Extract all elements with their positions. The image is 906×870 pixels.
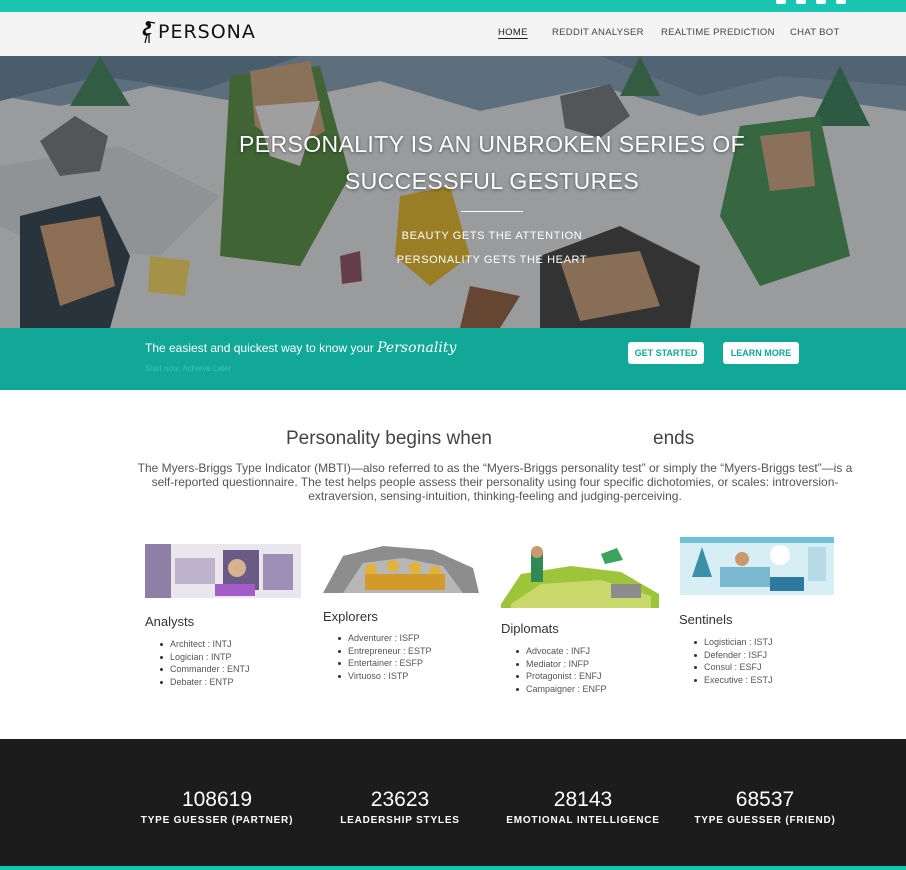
nav-home[interactable]: HOME	[498, 27, 528, 38]
cta-text-accent: Personality	[377, 340, 457, 356]
cta-strip: The easiest and quickest way to know you…	[0, 328, 906, 390]
explorers-list: Adventurer : ISFP Entrepreneur : ESTP En…	[336, 632, 432, 682]
top-bar	[0, 0, 906, 12]
stat-partner: 108619 TYPE GUESSER (PARTNER)	[117, 787, 317, 826]
stat-value: 68537	[735, 788, 795, 811]
section-title-part-1: Personality begins when	[286, 428, 492, 449]
get-started-button[interactable]: GET STARTED	[628, 342, 704, 364]
group-title-sentinels: Sentinels	[679, 612, 733, 627]
mbti-description: The Myers-Briggs Type Indicator (MBTI)—a…	[137, 461, 853, 503]
facebook-icon[interactable]	[816, 0, 826, 4]
stat-value: 108619	[181, 788, 253, 811]
social-links	[776, 0, 846, 4]
list-item: Defender : ISFJ	[692, 649, 773, 662]
diplomats-illustration	[501, 546, 659, 608]
list-item: Logistician : ISTJ	[692, 636, 773, 649]
group-title-analysts: Analysts	[145, 614, 195, 629]
list-item: Debater : ENTP	[158, 676, 250, 689]
analysts-list: Architect : INTJ Logician : INTP Command…	[158, 638, 250, 688]
cta-text-main: The easiest and quickest way to know you…	[145, 341, 374, 355]
list-item: Commander : ENTJ	[158, 663, 250, 676]
learn-more-button[interactable]: LEARN MORE	[723, 342, 799, 364]
hero-banner: PERSONALITY IS AN UNBROKEN SERIES OF SUC…	[0, 56, 906, 328]
hero-title-line-1: PERSONALITY IS AN UNBROKEN SERIES OF	[238, 131, 746, 157]
list-item: Entertainer : ESFP	[336, 657, 432, 670]
list-item: Campaigner : ENFP	[514, 683, 607, 696]
list-item: Adventurer : ISFP	[336, 632, 432, 645]
nav-reddit-analyser[interactable]: REDDIT ANALYSER	[552, 27, 644, 38]
nav-realtime-prediction[interactable]: REALTIME PREDICTION	[661, 27, 775, 38]
logo-text: PERSONA	[158, 21, 256, 43]
list-item: Protagonist : ENFJ	[514, 670, 607, 683]
stat-emotional: 28143 EMOTIONAL INTELLIGENCE	[483, 787, 683, 826]
instagram-icon[interactable]	[836, 0, 846, 4]
stat-label: LEADERSHIP STYLES	[340, 815, 460, 826]
list-item: Virtuoso : ISTP	[336, 670, 432, 683]
nav-chat-bot[interactable]: CHAT BOT	[790, 27, 840, 38]
list-item: Architect : INTJ	[158, 638, 250, 651]
logo[interactable]: PERSONA	[140, 20, 256, 44]
stat-value: 23623	[370, 788, 430, 811]
list-item: Consul : ESFJ	[692, 661, 773, 674]
hero-divider	[461, 211, 523, 212]
diplomats-list: Advocate : INFJ Mediator : INFP Protagon…	[514, 645, 607, 695]
stat-leadership: 23623 LEADERSHIP STYLES	[300, 787, 500, 826]
hero-title-line-2: SUCCESSFUL GESTURES	[344, 168, 640, 194]
group-title-explorers: Explorers	[323, 609, 378, 624]
stat-value: 28143	[553, 788, 613, 811]
sentinels-list: Logistician : ISTJ Defender : ISFJ Consu…	[692, 636, 773, 686]
navbar: PERSONA HOME REDDIT ANALYSER REALTIME PR…	[0, 12, 906, 56]
cta-text: The easiest and quickest way to know you…	[145, 340, 456, 356]
stat-label: EMOTIONAL INTELLIGENCE	[506, 815, 660, 826]
bottom-accent-bar	[0, 866, 906, 870]
list-item: Entrepreneur : ESTP	[336, 645, 432, 658]
sentinels-illustration	[680, 537, 834, 595]
explorers-illustration	[323, 546, 479, 593]
cta-subtext: Start now, Achieve Later	[145, 364, 232, 373]
hero-subtitle-2: PERSONALITY GETS THE HEART	[396, 254, 588, 266]
hero-subtitle-1: BEAUTY GETS THE ATTENTION	[401, 230, 583, 242]
linkedin-icon[interactable]	[776, 0, 786, 4]
section-title-part-2: ends	[653, 428, 695, 449]
list-item: Mediator : INFP	[514, 658, 607, 671]
stat-friend: 68537 TYPE GUESSER (FRIEND)	[665, 787, 865, 826]
stats-section: 108619 TYPE GUESSER (PARTNER) 23623 LEAD…	[0, 739, 906, 870]
heron-logo-icon	[142, 21, 156, 44]
twitter-icon[interactable]	[796, 0, 806, 4]
hero-title: PERSONALITY IS AN UNBROKEN SERIES OF SUC…	[0, 126, 906, 200]
analysts-illustration	[145, 544, 301, 598]
list-item: Logician : INTP	[158, 651, 250, 664]
group-title-diplomats: Diplomats	[501, 621, 559, 636]
list-item: Executive : ESTJ	[692, 674, 773, 687]
stat-label: TYPE GUESSER (PARTNER)	[140, 815, 294, 826]
list-item: Advocate : INFJ	[514, 645, 607, 658]
stat-label: TYPE GUESSER (FRIEND)	[694, 815, 836, 826]
